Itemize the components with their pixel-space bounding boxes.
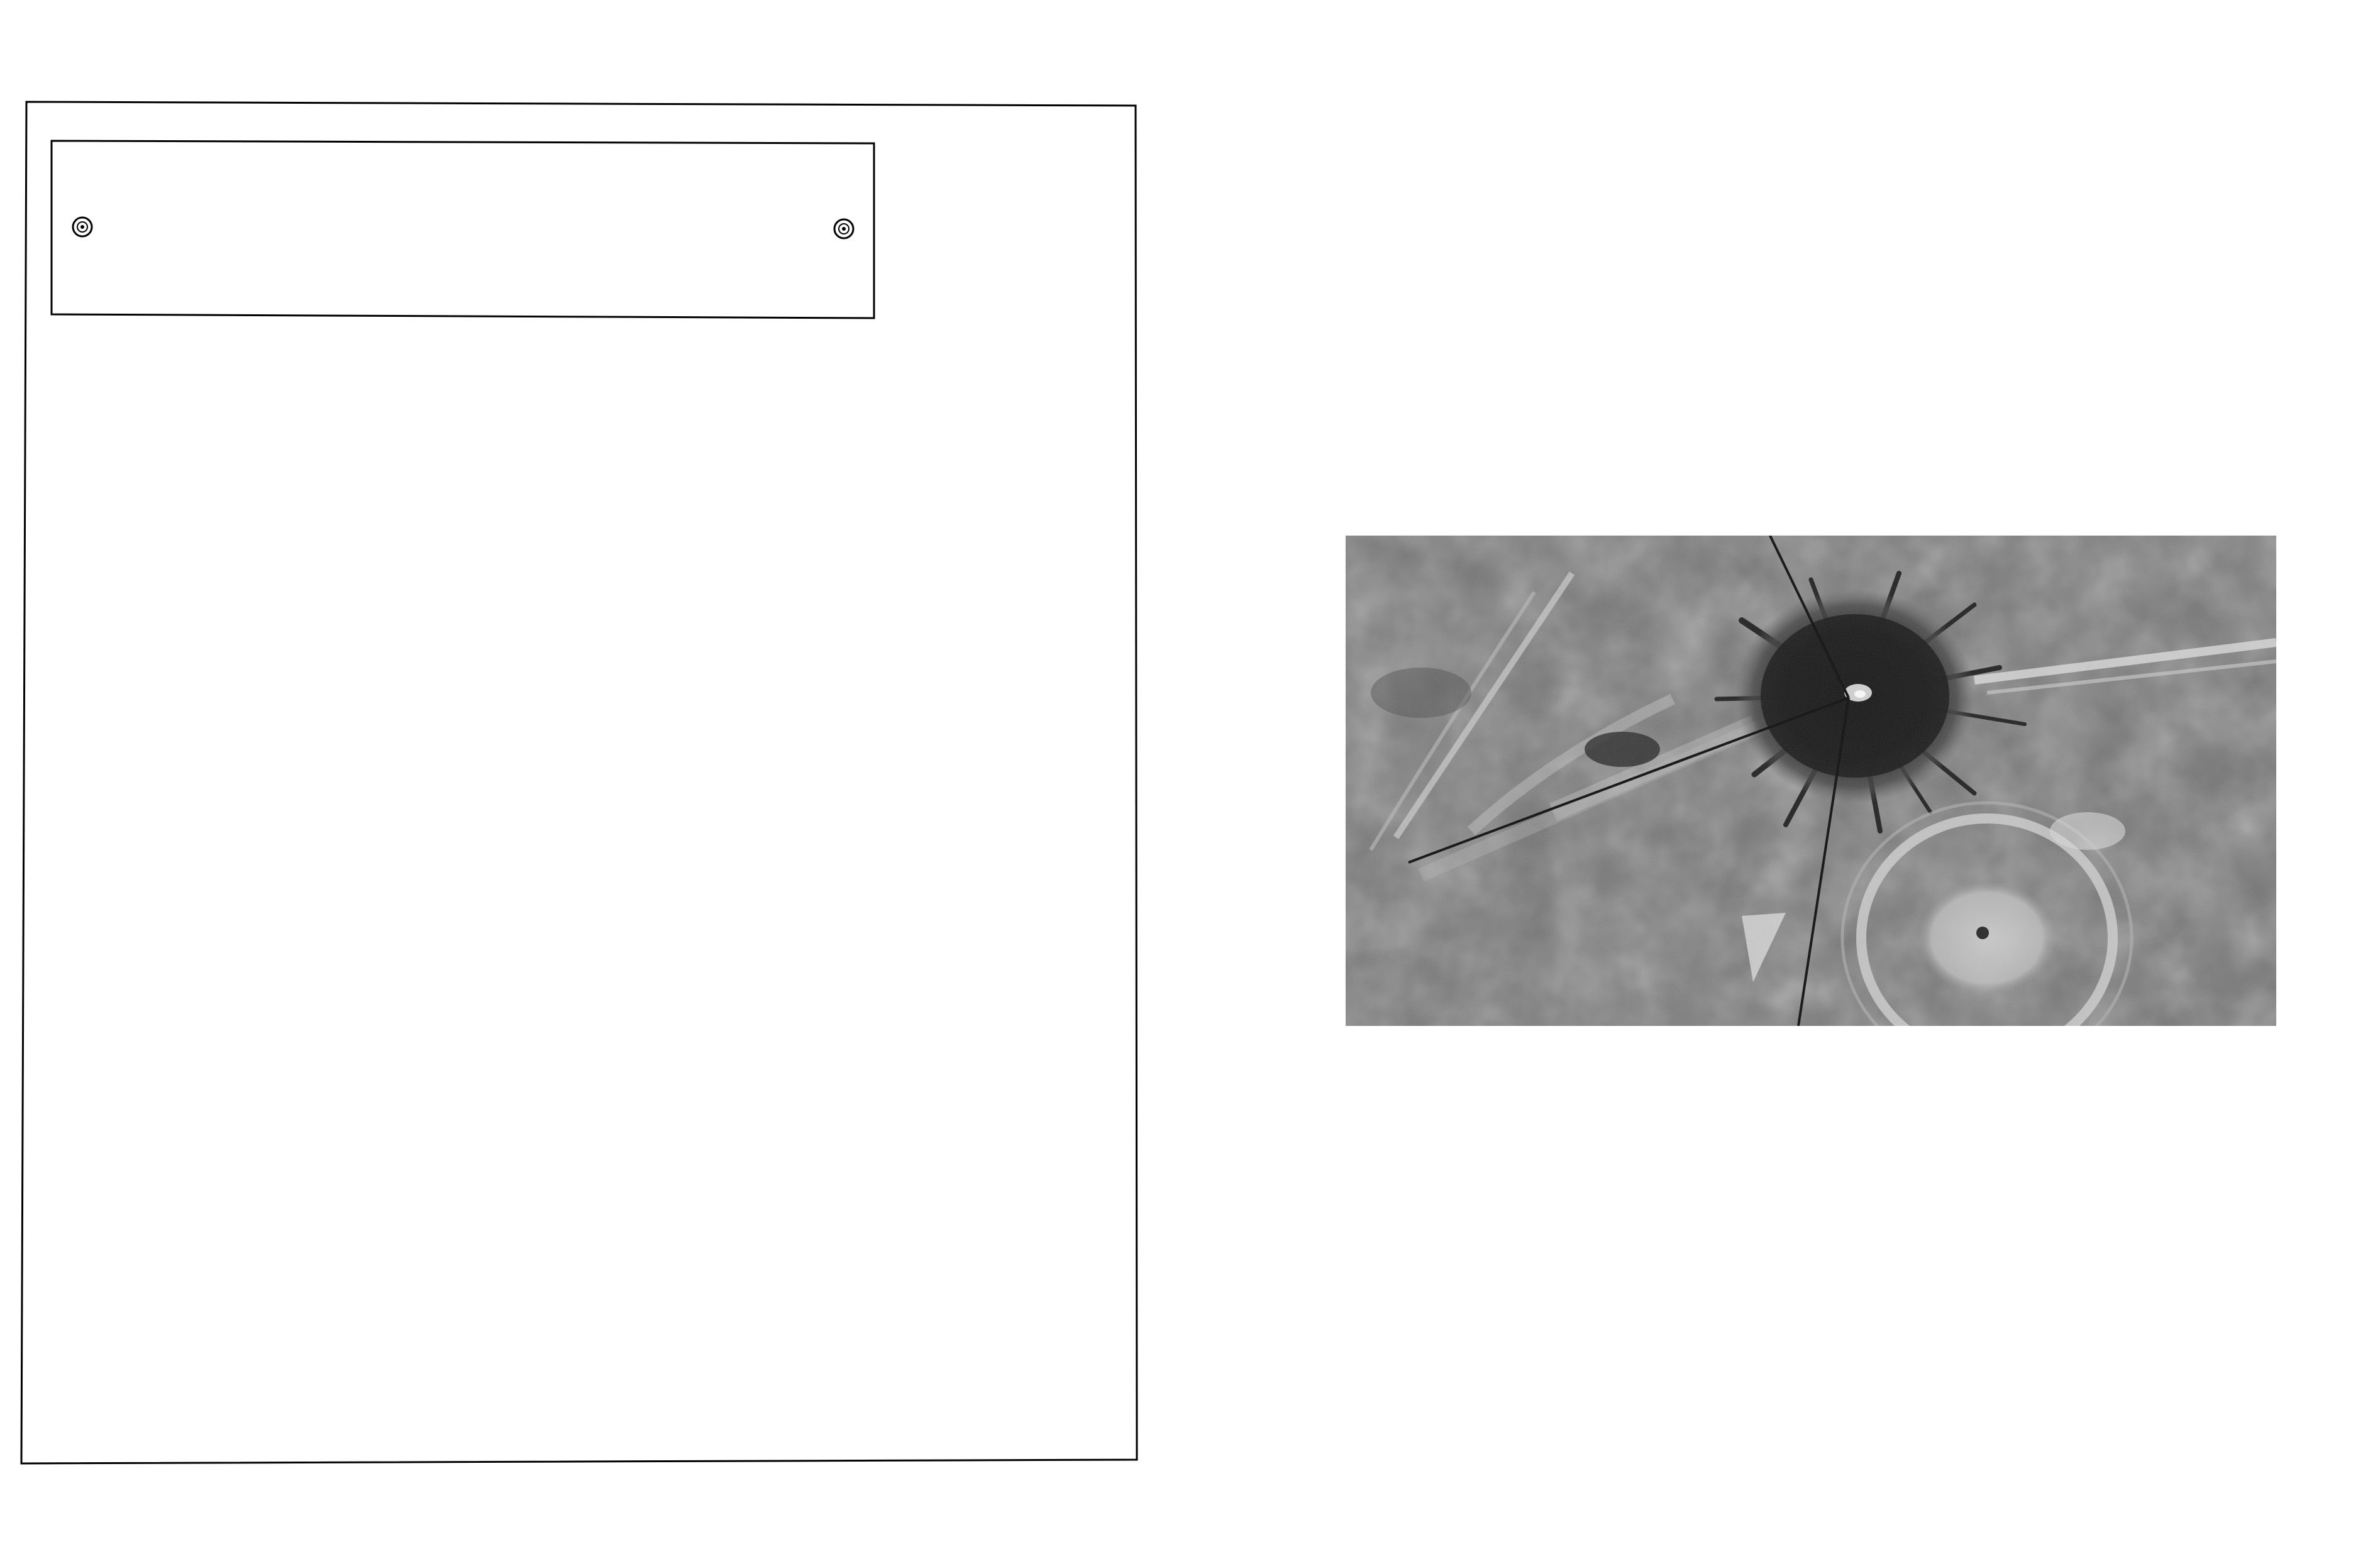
outline-panel	[0, 0, 1157, 1496]
aerial-photograph	[1346, 536, 2276, 1026]
plaque	[50, 140, 875, 319]
outer-frame	[20, 101, 1138, 1465]
screw-right-icon	[833, 218, 855, 240]
screw-left-icon	[72, 216, 93, 238]
